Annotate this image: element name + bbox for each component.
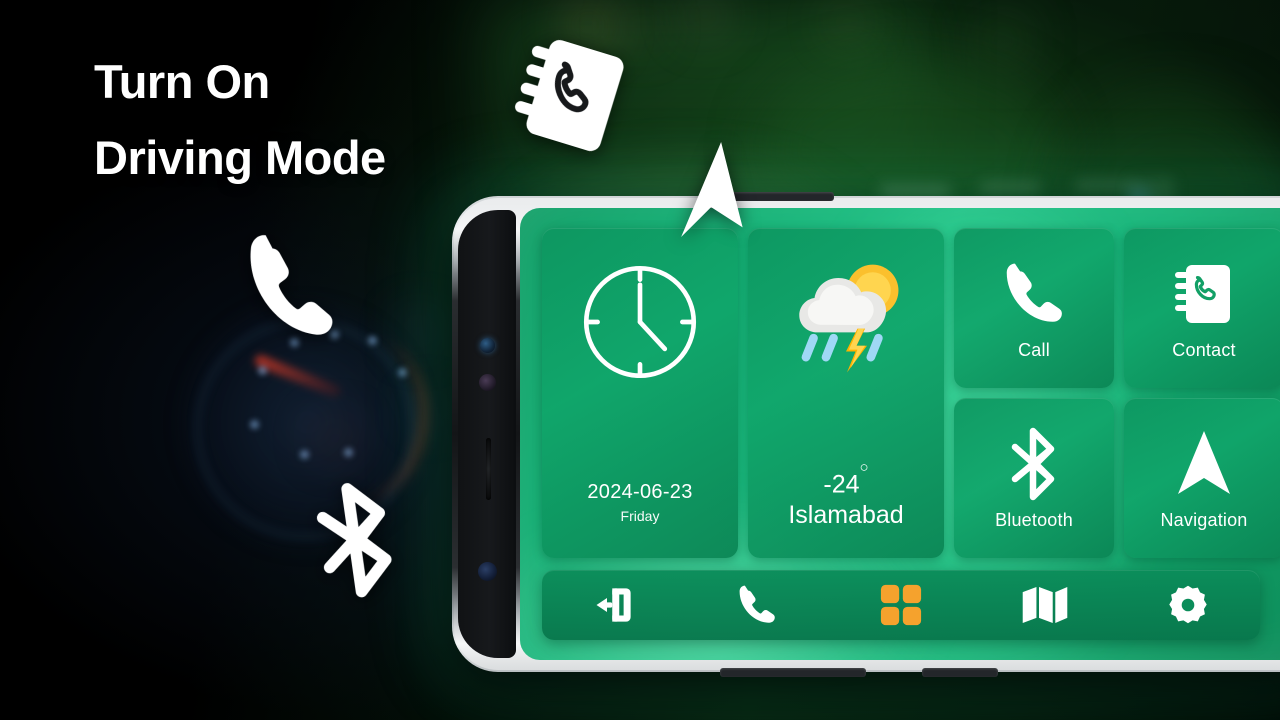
dashboard-light [980,182,1040,194]
gear-icon [1167,584,1209,626]
navigation-tile-label: Navigation [1160,509,1248,530]
phone-top-bezel [458,210,516,658]
phone-volume-button[interactable] [720,668,866,677]
bluetooth-icon [298,476,413,605]
bluetooth-tile[interactable]: Bluetooth [954,398,1114,558]
iris-scanner-icon [478,562,497,581]
weather-readout: -24○ Islamabad [748,459,944,530]
bottom-nav-bar [542,570,1260,640]
tile-grid: 2024-06-23 Friday -24○ Islamabad Call Co… [542,228,1280,558]
gauge-tick [368,336,377,345]
nav-exit-button[interactable] [577,579,651,631]
navigation-arrow-icon [660,140,760,252]
shortcut-grid: Call Contact Bluetooth Navigation [954,228,1280,558]
nav-apps-button[interactable] [864,579,938,631]
clock-weekday: Friday [620,508,660,524]
headline-line-2: Driving Mode [94,131,386,184]
nav-map-button[interactable] [1008,579,1082,631]
driving-mode-home: 2024-06-23 Friday -24○ Islamabad Call Co… [520,208,1280,660]
call-tile-label: Call [1018,339,1050,360]
weather-tile[interactable]: -24○ Islamabad [748,228,944,558]
gauge-tick [344,448,353,457]
promo-screenshot: Turn On Driving Mode 2024-06-23 Friday -… [0,0,1280,720]
weather-city: Islamabad [788,501,904,529]
shortcut-row-bottom: Bluetooth Navigation [954,398,1280,558]
phone-device: 2024-06-23 Friday -24○ Islamabad Call Co… [452,192,1280,677]
call-tile[interactable]: Call [954,228,1114,388]
phone-handset-icon [1001,256,1067,332]
navigation-arrow-icon [1174,426,1234,502]
weather-temperature: -24○ [748,459,944,499]
gauge-tick [398,368,407,377]
phone-power-button[interactable] [922,668,998,677]
clock-readout: 2024-06-23 Friday [542,481,738,524]
map-icon [1021,585,1069,625]
nav-phone-button[interactable] [720,579,794,631]
clock-date: 2024-06-23 [587,481,693,503]
contact-book-icon [1172,256,1236,332]
gauge-tick [300,450,309,459]
degree-symbol: ○ [859,459,869,477]
navigation-tile[interactable]: Navigation [1124,398,1280,558]
apps-grid-icon [880,584,922,626]
phone-handset-icon [232,223,350,351]
dashboard-light [1075,180,1135,192]
phone-handset-icon [736,582,778,628]
phone-screen: 2024-06-23 Friday -24○ Islamabad Call Co… [520,208,1280,660]
gauge-tick [250,420,259,429]
headline-line-1: Turn On [94,55,270,108]
gauge-tick [258,366,267,375]
front-camera-icon [480,338,495,353]
proximity-sensor-icon [479,374,496,391]
promo-headline: Turn On Driving Mode [94,44,386,196]
bluetooth-icon [1005,426,1063,502]
analog-clock-icon [578,260,702,384]
nav-settings-button[interactable] [1151,579,1225,631]
shortcut-row-top: Call Contact [954,228,1280,388]
clock-tile[interactable]: 2024-06-23 Friday [542,228,738,558]
contact-tile-label: Contact [1172,339,1236,360]
bluetooth-tile-label: Bluetooth [995,509,1073,530]
exit-door-icon [591,584,637,626]
weather-temp-value: -24 [823,470,860,498]
contact-tile[interactable]: Contact [1124,228,1280,388]
earpiece-speaker [486,438,491,500]
sun-cloud-rain-thunder-icon [779,258,913,382]
